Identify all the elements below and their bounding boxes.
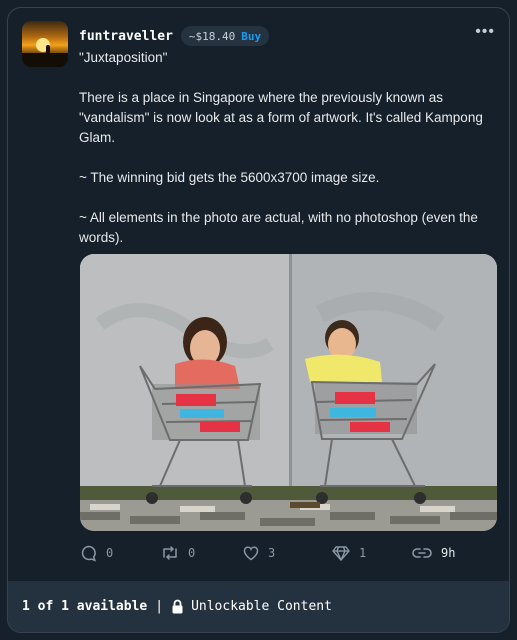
repost-action[interactable]: 0 — [160, 541, 195, 565]
availability-text: 1 of 1 available — [22, 599, 148, 614]
post-time: 9h — [441, 546, 456, 560]
post-paragraph: There is a place in Singapore where the … — [79, 90, 483, 145]
reply-count: 0 — [106, 546, 114, 560]
avatar[interactable] — [22, 21, 68, 67]
repost-count: 0 — [188, 546, 196, 560]
gem-action[interactable]: 1 — [331, 541, 366, 565]
post-image[interactable] — [80, 254, 497, 531]
post-text: "Juxtaposition" There is a place in Sing… — [79, 48, 499, 248]
link-icon — [412, 548, 432, 558]
post-title: "Juxtaposition" — [79, 50, 168, 65]
post-card: funtraveller ~$18.40 Buy ••• "Juxtaposit… — [7, 7, 510, 633]
action-bar: 0 0 3 1 9h — [80, 541, 500, 565]
unlockable-label: Unlockable Content — [191, 599, 332, 614]
username[interactable]: funtraveller — [79, 29, 173, 44]
street-art-photo — [80, 254, 497, 531]
post-paragraph: ~ The winning bid gets the 5600x3700 ima… — [79, 170, 380, 185]
like-count: 3 — [268, 546, 276, 560]
heart-icon — [243, 546, 259, 561]
post-header: funtraveller ~$18.40 Buy — [79, 25, 270, 47]
price-pill[interactable]: ~$18.40 Buy — [180, 26, 270, 46]
lock-icon — [172, 599, 183, 614]
price: ~$18.40 — [188, 29, 236, 43]
footer-separator: | — [155, 599, 164, 614]
post-paragraph: ~ All elements in the photo are actual, … — [79, 210, 478, 245]
comment-icon — [81, 545, 96, 562]
diamond-icon — [332, 546, 350, 561]
reply-action[interactable]: 0 — [80, 541, 113, 565]
avatar-ground — [22, 53, 68, 67]
gem-count: 1 — [359, 546, 367, 560]
buy-button[interactable]: Buy — [241, 30, 261, 43]
avatar-person — [46, 45, 50, 55]
unlockable-footer[interactable]: 1 of 1 available | Unlockable Content — [8, 581, 509, 632]
repost-icon — [163, 546, 177, 560]
link-action[interactable]: 9h — [411, 541, 455, 565]
more-icon[interactable]: ••• — [475, 24, 495, 40]
like-action[interactable]: 3 — [242, 541, 275, 565]
